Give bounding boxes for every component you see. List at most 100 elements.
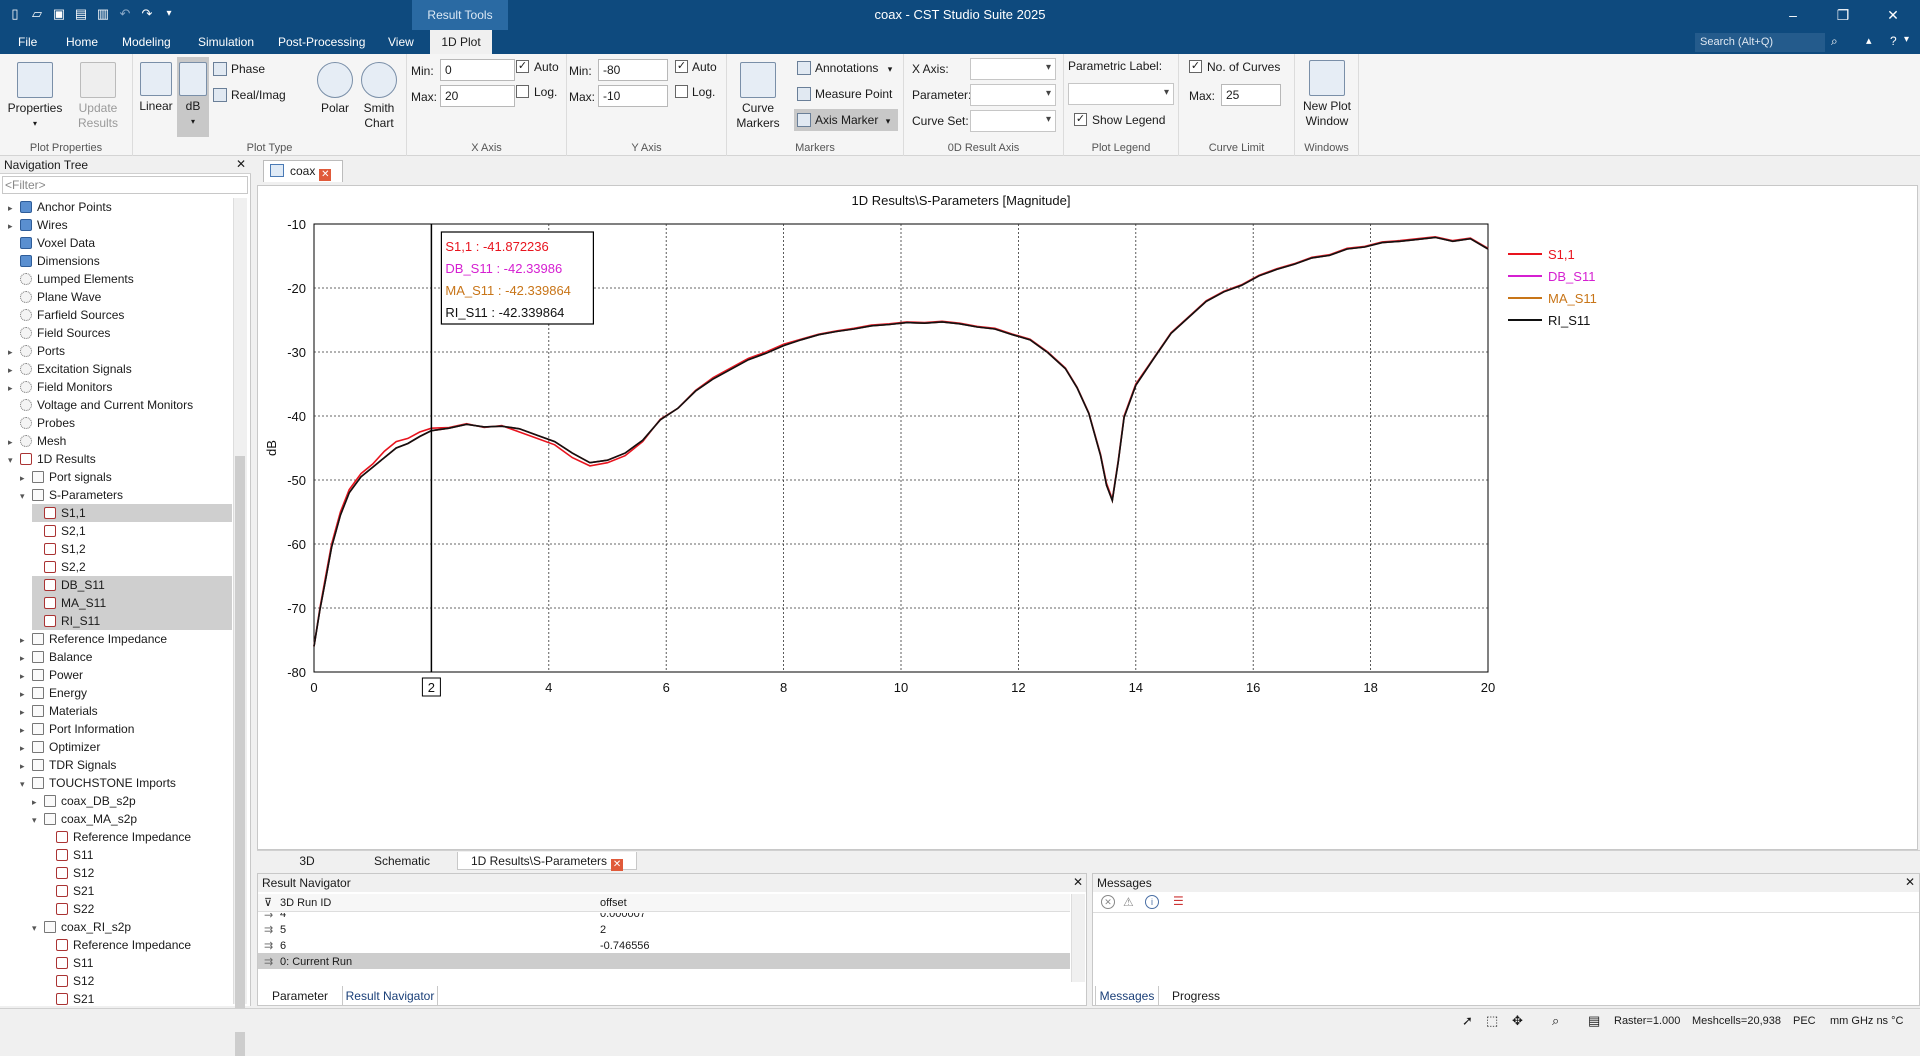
open-file-icon[interactable]: ▱ [28,5,46,23]
tree-item[interactable]: ▸ Reference Impedance [20,630,232,648]
collapsed-arrow-icon[interactable]: ▸ [20,703,32,721]
od-x-axis-combo[interactable] [970,58,1056,80]
tree-item[interactable]: S22 [44,900,232,918]
parametric-label-combo[interactable] [1068,83,1174,105]
tree-item[interactable]: ▾ coax_MA_s2p [32,810,232,828]
tree-item[interactable]: S1,2 [32,540,232,558]
customize-toolbar-icon[interactable]: ▾ [160,5,178,23]
warnings-filter-icon[interactable]: ⚠ [1123,895,1134,909]
tree-item[interactable]: DB_S11 [32,576,232,594]
view-tab-schematic[interactable]: Schematic [357,852,447,870]
collapsed-arrow-icon[interactable]: ▸ [20,631,32,649]
collapsed-arrow-icon[interactable]: ▸ [8,379,20,397]
tree-item[interactable]: ▾ coax_RI_s2p [32,918,232,936]
tree-item[interactable]: S1,1 [32,504,232,522]
tree-item[interactable]: Plane Wave [8,288,232,306]
tree-item[interactable]: S11 [44,954,232,972]
collapsed-arrow-icon[interactable]: ▸ [20,757,32,775]
tree-item[interactable]: ▸ Field Monitors [8,378,232,396]
close-tab-icon[interactable]: ✕ [319,169,332,181]
collapsed-arrow-icon[interactable]: ▸ [8,361,20,379]
s-parameter-chart[interactable]: 1D Results\S-Parameters [Magnitude] 0 4 6 8 1… [258,186,1917,849]
col-3d-run-id[interactable]: 3D Run ID [280,894,331,912]
errors-filter-icon[interactable]: ✕ [1101,895,1115,909]
tree-item[interactable]: Voltage and Current Monitors [8,396,232,414]
maximize-icon[interactable]: ❐ [1820,0,1866,30]
collapsed-arrow-icon[interactable]: ▸ [8,217,20,235]
tree-item[interactable]: ▸ Power [20,666,232,684]
od-parameter-combo[interactable] [970,84,1056,106]
tree-item[interactable]: ▸ Excitation Signals [8,360,232,378]
curve-markers-button[interactable]: Curve Markers [733,62,783,131]
minimize-icon[interactable]: – [1770,0,1816,30]
tab-post-processing[interactable]: Post-Processing [268,30,375,54]
tree-item[interactable]: ▸ TDR Signals [20,756,232,774]
tree-item[interactable]: MA_S11 [32,594,232,612]
tab-view[interactable]: View [378,30,424,54]
tree-item[interactable]: Reference Impedance [44,936,232,954]
close-icon[interactable]: ✕ [1870,0,1916,30]
linear-button[interactable]: Linear [136,62,176,114]
tab-file[interactable]: File [8,30,47,54]
print-icon[interactable]: ▥ [94,5,112,23]
close-view-tab-icon[interactable]: ✕ [611,859,624,871]
od-curve-set-combo[interactable] [970,110,1056,132]
expanded-arrow-icon[interactable]: ▾ [8,451,20,469]
smith-chart-button[interactable]: Smith Chart [357,62,401,131]
tree-item[interactable]: S12 [44,972,232,990]
tree-item[interactable]: ▸ Materials [20,702,232,720]
tab-simulation[interactable]: Simulation [188,30,264,54]
tree-item[interactable]: ▸ Optimizer [20,738,232,756]
tree-item[interactable]: ▸ coax_DB_s2p [32,792,232,810]
x-max-field[interactable]: 20 [440,85,515,107]
curve-max-field[interactable]: 25 [1221,84,1281,106]
collapsed-arrow-icon[interactable]: ▸ [20,469,32,487]
help-dropdown-icon[interactable]: ▾ [1904,34,1909,45]
tree-filter-input[interactable]: <Filter> [2,176,248,194]
expanded-arrow-icon[interactable]: ▾ [32,811,44,829]
collapsed-arrow-icon[interactable]: ▸ [20,685,32,703]
tree-item[interactable]: ▸ Ports [8,342,232,360]
close-panel-icon[interactable]: ✕ [1073,875,1083,889]
zoom-icon[interactable]: ⌕ [1552,1009,1559,1033]
tree-item[interactable]: ▸ Mesh [8,432,232,450]
tree-item[interactable]: Reference Impedance [44,828,232,846]
tab-home[interactable]: Home [56,30,108,54]
tree-item[interactable]: Farfield Sources [8,306,232,324]
tree-item[interactable]: S21 [44,882,232,900]
annotations-button[interactable]: Annotations ▾ [797,57,892,79]
show-legend-checkbox[interactable]: ✓ [1074,113,1087,126]
help-icon[interactable]: ? [1890,34,1897,48]
collapsed-arrow-icon[interactable]: ▸ [8,343,20,361]
tree-item[interactable]: ▸ Wires [8,216,232,234]
tree-item[interactable]: ▾ S-Parameters [20,486,232,504]
tree-item[interactable]: ▾ TOUCHSTONE Imports [20,774,232,792]
tree-scrollbar-thumb[interactable] [235,456,245,1056]
update-results-button[interactable]: Update Results [70,62,126,131]
tree-item[interactable]: Probes [8,414,232,432]
tree-item[interactable]: ▸ Balance [20,648,232,666]
tree-item[interactable]: Lumped Elements [8,270,232,288]
collapsed-arrow-icon[interactable]: ▸ [8,433,20,451]
collapsed-arrow-icon[interactable]: ▸ [20,739,32,757]
tree-item[interactable]: Voxel Data [8,234,232,252]
collapsed-arrow-icon[interactable]: ▸ [8,199,20,217]
tab-parameter-list[interactable]: Parameter List [262,986,338,1023]
close-panel-icon[interactable]: ✕ [1905,875,1915,889]
save-all-icon[interactable]: ▤ [72,5,90,23]
y-log-checkbox[interactable] [675,85,688,98]
tree-item[interactable]: S2,2 [32,558,232,576]
new-file-icon[interactable]: ▯ [6,5,24,23]
axis-marker-button[interactable]: Axis Marker ▾ [794,109,898,131]
tree-item[interactable]: ▾ 1D Results [8,450,232,468]
redo-icon[interactable]: ↷ [138,5,156,23]
pointer-icon[interactable]: ➚ [1462,1009,1473,1033]
real-imag-button[interactable]: Real/Imag [213,84,286,106]
tree-item[interactable]: S21 [44,990,232,1006]
clear-messages-icon[interactable]: ☰ [1173,894,1184,908]
tab-modeling[interactable]: Modeling [112,30,181,54]
tree-item[interactable]: S11 [44,846,232,864]
y-min-field[interactable]: -80 [598,59,668,81]
x-min-field[interactable]: 0 [440,59,515,81]
tab-progress[interactable]: Progress [1163,986,1229,1006]
